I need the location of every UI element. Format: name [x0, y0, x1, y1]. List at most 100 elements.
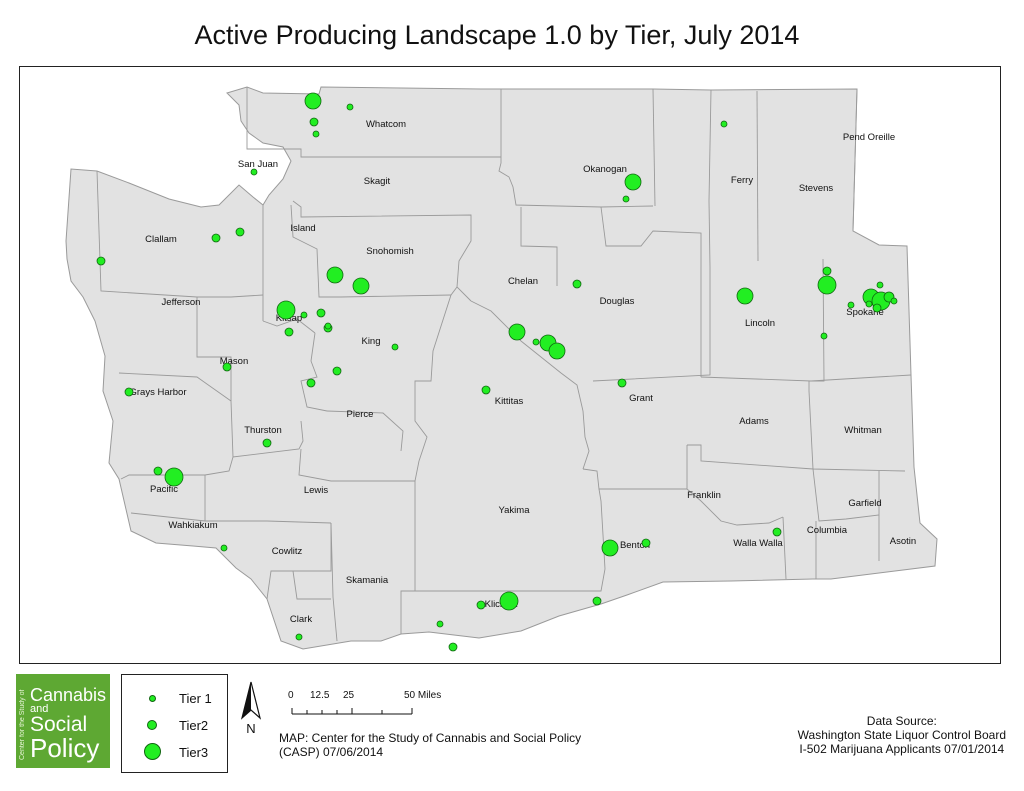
county-label-snohomish: Snohomish	[366, 246, 414, 257]
applicant-marker	[306, 378, 316, 388]
legend-label-tier3: Tier3	[179, 745, 209, 760]
applicant-marker	[622, 195, 630, 203]
applicant-marker	[262, 438, 272, 448]
county-label-okanogan: Okanogan	[583, 164, 627, 175]
applicant-marker	[316, 308, 326, 318]
state-outline	[65, 86, 938, 650]
applicant-marker	[211, 233, 221, 243]
applicant-marker	[436, 620, 444, 628]
applicant-marker	[508, 323, 526, 341]
applicant-marker	[295, 633, 303, 641]
applicant-marker	[617, 378, 627, 388]
map-legend: Tier 1 Tier2 Tier3	[121, 674, 228, 773]
map-credit: MAP: Center for the Study of Cannabis an…	[279, 731, 581, 759]
applicant-marker	[326, 266, 344, 284]
tier2-marker-icon	[147, 720, 157, 730]
county-label-wahkiakum: Wahkiakum	[168, 520, 217, 531]
applicant-marker	[220, 544, 228, 552]
applicant-marker	[476, 600, 486, 610]
county-label-grays-harbor: Grays Harbor	[129, 387, 186, 398]
county-label-walla-walla: Walla Walla	[733, 538, 783, 549]
county-label-thurston: Thurston	[244, 425, 282, 436]
county-label-columbia: Columbia	[807, 525, 848, 536]
scale-bar: 0 12.5 25 50 Miles	[288, 690, 468, 720]
applicant-marker	[822, 266, 832, 276]
source-line-2: Washington State Liquor Control Board	[797, 728, 1006, 742]
legend-item-tier2: Tier2	[122, 715, 227, 741]
county-label-pierce: Pierce	[347, 409, 374, 420]
map-frame: Whatcom San Juan Skagit Okanogan Ferry Steven…	[19, 66, 1001, 664]
data-source: Data Source: Washington State Liquor Con…	[798, 714, 1006, 756]
county-label-adams: Adams	[739, 416, 769, 427]
applicant-marker	[872, 303, 882, 313]
applicant-marker	[772, 527, 782, 537]
county-label-kittitas: Kittitas	[495, 396, 524, 407]
applicant-marker	[332, 366, 342, 376]
county-label-ferry: Ferry	[731, 175, 753, 186]
logo-word-policy: Policy	[30, 733, 100, 763]
legend-item-tier1: Tier 1	[122, 688, 227, 714]
applicant-marker	[346, 103, 354, 111]
applicant-marker	[736, 287, 754, 305]
applicant-marker	[352, 277, 370, 295]
county-label-lincoln: Lincoln	[745, 318, 775, 329]
logo-word-social: Social	[30, 713, 88, 736]
county-label-clark: Clark	[290, 614, 312, 625]
county-label-stevens: Stevens	[799, 183, 834, 194]
applicant-marker	[312, 130, 320, 138]
applicant-marker	[548, 342, 566, 360]
scale-tick-50: 50 Miles	[404, 690, 442, 701]
applicant-marker	[448, 642, 458, 652]
scale-tick-0: 0	[288, 690, 294, 701]
applicant-marker	[847, 301, 855, 309]
applicant-marker	[304, 92, 322, 110]
applicant-marker	[153, 466, 163, 476]
applicant-marker	[624, 173, 642, 191]
county-label-skagit: Skagit	[364, 176, 391, 187]
applicant-marker	[890, 297, 898, 305]
applicant-marker	[876, 281, 884, 289]
applicant-marker	[532, 338, 540, 346]
logo-vertical-text: Center for the Study of	[19, 689, 26, 760]
applicant-marker	[592, 596, 602, 606]
applicant-marker	[820, 332, 828, 340]
county-label-skamania: Skamania	[346, 575, 389, 586]
scale-tick-12-5: 12.5	[310, 690, 330, 701]
county-label-jefferson: Jefferson	[162, 297, 201, 308]
tier1-marker-icon	[149, 695, 156, 702]
applicant-marker	[96, 256, 106, 266]
legend-item-tier3: Tier3	[122, 741, 227, 767]
county-label-whitman: Whitman	[844, 425, 881, 436]
county-label-asotin: Asotin	[890, 536, 916, 547]
applicant-marker	[601, 539, 619, 557]
county-label-lewis: Lewis	[304, 485, 329, 496]
credit-line-1: MAP: Center for the Study of Cannabis an…	[279, 731, 582, 745]
applicant-marker	[124, 387, 134, 397]
applicant-marker	[391, 343, 399, 351]
applicant-marker	[817, 275, 837, 295]
casp-logo: Center for the Study of Cannabis and Soc…	[16, 674, 110, 768]
applicant-marker	[300, 311, 308, 319]
county-label-franklin: Franklin	[687, 490, 721, 501]
county-label-cowlitz: Cowlitz	[272, 546, 303, 557]
applicant-marker	[865, 300, 873, 308]
applicant-marker	[222, 362, 232, 372]
county-label-garfield: Garfield	[848, 498, 881, 509]
source-line-3: I-502 Marijuana Applicants 07/01/2014	[799, 742, 1005, 756]
logo-word-cannabis: Cannabis	[30, 685, 107, 705]
north-label: N	[246, 721, 255, 736]
applicant-marker	[720, 120, 728, 128]
credit-line-2: (CASP) 07/06/2014	[279, 745, 384, 759]
county-label-whatcom: Whatcom	[366, 119, 406, 130]
county-label-island: Island	[290, 223, 315, 234]
applicant-marker	[164, 467, 184, 487]
applicant-marker	[309, 117, 319, 127]
county-label-douglas: Douglas	[600, 296, 635, 307]
north-arrow-icon: N	[240, 681, 262, 736]
legend-label-tier2: Tier2	[179, 718, 209, 733]
county-label-grant: Grant	[629, 393, 653, 404]
applicant-marker	[235, 227, 245, 237]
applicant-marker	[499, 591, 519, 611]
applicant-marker	[250, 168, 258, 176]
applicant-marker	[481, 385, 491, 395]
